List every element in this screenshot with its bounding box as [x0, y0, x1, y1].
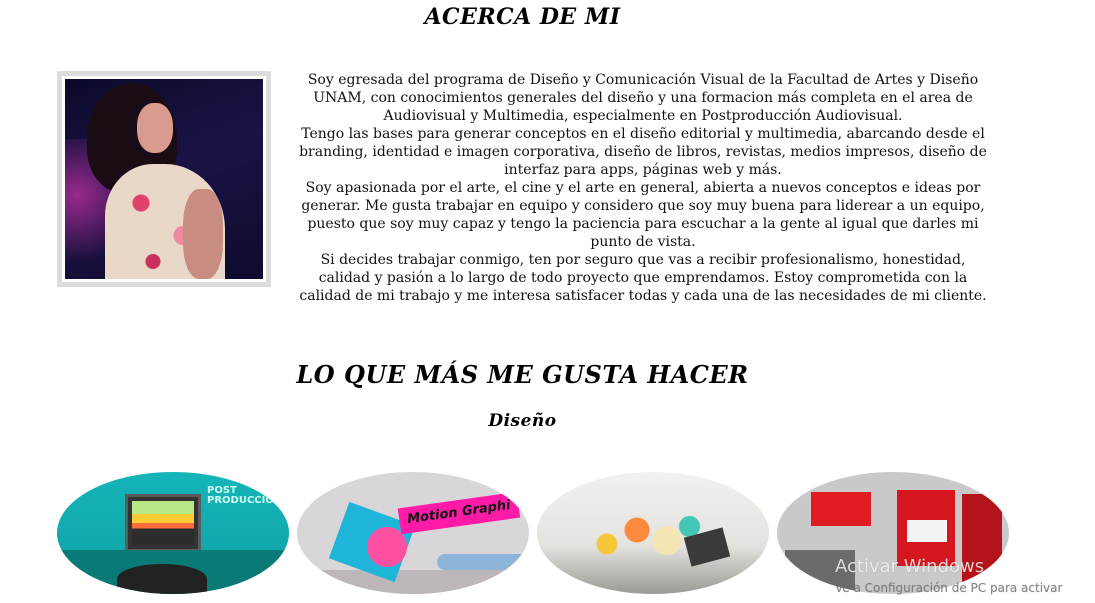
gallery-item-postproduction[interactable]: POST PRODUCCIO	[57, 472, 289, 594]
profile-photo	[65, 79, 263, 279]
gallery-item-illustration[interactable]	[537, 472, 769, 594]
section-title-love: LO QUE MÁS ME GUSTA HACER	[296, 360, 749, 389]
bio-paragraph-2: Tengo las bases para generar conceptos e…	[299, 126, 987, 178]
bio-paragraph-4: Si decides trabajar conmigo, ten por seg…	[299, 252, 987, 304]
about-title: ACERCA DE MI	[424, 4, 621, 30]
postproduction-text: POST PRODUCCIO	[207, 485, 274, 506]
about-bio: Soy egresada del programa de Diseño y Co…	[298, 71, 988, 305]
watermark-line-2: Ve a Configuración de PC para activar	[835, 581, 1063, 595]
watermark-line-1: Activar Windows	[835, 556, 985, 577]
profile-photo-frame	[57, 71, 271, 287]
motion-graphics-text: Motion Graphi	[397, 491, 521, 535]
bio-paragraph-3: Soy apasionada por el arte, el cine y el…	[301, 180, 985, 250]
gallery-item-motion-graphics[interactable]: Motion Graphi	[297, 472, 529, 594]
windows-activation-watermark: Activar Windows Ve a Configuración de PC…	[835, 556, 1095, 596]
section-subtitle-design: Diseño	[488, 411, 557, 431]
bio-paragraph-1: Soy egresada del programa de Diseño y Co…	[307, 72, 979, 124]
